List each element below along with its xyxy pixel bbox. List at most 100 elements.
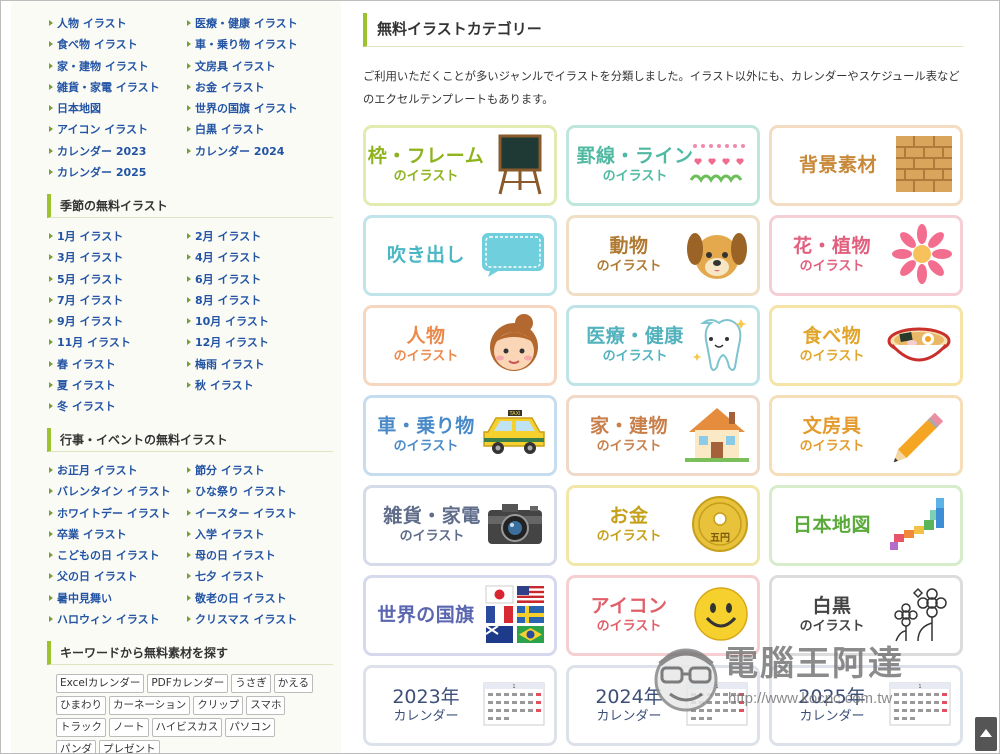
house-icon <box>685 404 749 468</box>
event-link[interactable]: バレンタイン イラスト <box>49 481 187 502</box>
keyword-tag[interactable]: トラック <box>56 718 106 737</box>
season-link[interactable]: 冬 イラスト <box>49 396 187 417</box>
season-link[interactable]: 7月 イラスト <box>49 290 187 311</box>
category-card-subtitle: のイラスト <box>602 349 668 364</box>
category-card[interactable]: 人物 のイラスト <box>363 305 557 386</box>
season-link[interactable]: 秋 イラスト <box>187 375 337 396</box>
keyword-tag[interactable]: ノート <box>109 718 149 737</box>
event-link[interactable]: 暑中見舞い <box>49 588 187 609</box>
category-link[interactable]: 雑貨・家電 イラスト <box>49 77 187 98</box>
event-link[interactable]: ホワイトデー イラスト <box>49 503 187 524</box>
season-link[interactable]: 夏 イラスト <box>49 375 187 396</box>
category-card-subtitle: のイラスト <box>393 349 459 364</box>
category-card[interactable]: 家・建物 のイラスト <box>566 395 760 476</box>
keyword-tag[interactable]: ハイビスカス <box>151 718 223 737</box>
category-link[interactable]: カレンダー 2023 <box>49 141 187 162</box>
event-link[interactable]: 入学 イラスト <box>187 524 337 545</box>
category-card-subtitle: のイラスト <box>799 349 865 364</box>
event-link[interactable]: ひな祭り イラスト <box>187 481 337 502</box>
keyword-tag[interactable]: カーネーション <box>109 696 191 715</box>
category-card[interactable]: 医療・健康のイラスト <box>566 305 760 386</box>
category-link[interactable]: 医療・健康 イラスト <box>187 13 337 34</box>
category-link[interactable]: 人物 イラスト <box>49 13 187 34</box>
category-card-title: 世界の国旗 <box>377 604 475 626</box>
category-card[interactable]: 罫線・ライン のイラスト <box>566 125 760 206</box>
category-card-text: お金 のイラスト <box>569 488 689 563</box>
category-card-text: 吹き出し <box>366 218 486 293</box>
category-card[interactable]: 食べ物 のイラスト <box>769 305 963 386</box>
keyword-tag[interactable]: かえる <box>273 674 313 693</box>
calendar-icon: 1 <box>482 681 546 731</box>
keyword-tag[interactable]: パンダ <box>56 740 97 753</box>
camera-icon <box>484 500 546 552</box>
event-link[interactable]: ハロウィン イラスト <box>49 609 187 630</box>
keyword-tag[interactable]: プレゼント <box>99 740 160 753</box>
season-link[interactable]: 4月 イラスト <box>187 247 337 268</box>
category-card[interactable]: 雑貨・家電 のイラスト <box>363 485 557 566</box>
keyword-tag[interactable]: クリップ <box>193 696 244 715</box>
event-link[interactable]: 敬老の日 イラスト <box>187 588 337 609</box>
keyword-tag[interactable]: PDFカレンダー <box>147 674 229 693</box>
category-link[interactable]: 文房具 イラスト <box>187 56 337 77</box>
event-link[interactable]: こどもの日 イラスト <box>49 545 187 566</box>
category-link[interactable]: 家・建物 イラスト <box>49 56 187 77</box>
category-card[interactable]: 花・植物 のイラスト <box>769 215 963 296</box>
svg-text:1: 1 <box>512 684 515 690</box>
season-link[interactable]: 1月 イラスト <box>49 226 187 247</box>
season-link[interactable]: 春 イラスト <box>49 354 187 375</box>
season-link[interactable]: 3月 イラスト <box>49 247 187 268</box>
season-link[interactable]: 11月 イラスト <box>49 332 187 353</box>
category-link[interactable]: お金 イラスト <box>187 77 337 98</box>
category-card[interactable]: 吹き出し <box>363 215 557 296</box>
watermark-face-icon <box>654 648 718 712</box>
event-link[interactable]: クリスマス イラスト <box>187 609 337 630</box>
keyword-tag[interactable]: Excelカレンダー <box>56 674 145 693</box>
category-card-subtitle: のイラスト <box>399 529 465 544</box>
category-card[interactable]: 日本地図 <box>769 485 963 566</box>
season-link[interactable]: 9月 イラスト <box>49 311 187 332</box>
season-link[interactable]: 12月 イラスト <box>187 332 337 353</box>
season-link[interactable]: 梅雨 イラスト <box>187 354 337 375</box>
category-card[interactable]: 2023年 カレンダー 1 <box>363 665 557 746</box>
keyword-tag[interactable]: パソコン <box>225 718 276 737</box>
category-link[interactable]: アイコン イラスト <box>49 119 187 140</box>
category-card-title: 白黒 <box>812 595 852 617</box>
season-link[interactable]: 10月 イラスト <box>187 311 337 332</box>
event-link[interactable]: お正月 イラスト <box>49 460 187 481</box>
event-link[interactable]: 節分 イラスト <box>187 460 337 481</box>
category-link[interactable]: 白黒 イラスト <box>187 119 337 140</box>
season-link[interactable]: 6月 イラスト <box>187 269 337 290</box>
category-card[interactable]: 枠・フレーム のイラスト <box>363 125 557 206</box>
keyword-tag[interactable]: ひまわり <box>56 696 106 715</box>
category-card[interactable]: 背景素材 <box>769 125 963 206</box>
category-card[interactable]: 動物 のイラスト <box>566 215 760 296</box>
brick-wall-icon <box>896 135 952 196</box>
event-link[interactable]: 父の日 イラスト <box>49 566 187 587</box>
category-link[interactable]: 食べ物 イラスト <box>49 34 187 55</box>
event-link[interactable]: 卒業 イラスト <box>49 524 187 545</box>
category-link[interactable]: 世界の国旗 イラスト <box>187 98 337 119</box>
season-link[interactable]: 8月 イラスト <box>187 290 337 311</box>
speech-bubble-icon <box>476 229 546 283</box>
category-link[interactable]: 日本地図 <box>49 98 187 119</box>
category-link[interactable]: カレンダー 2025 <box>49 162 187 183</box>
category-card-subtitle: のイラスト <box>596 529 662 544</box>
season-link[interactable]: 5月 イラスト <box>49 269 187 290</box>
keyword-tag[interactable]: うさぎ <box>231 674 271 693</box>
category-card-text: 医療・健康のイラスト <box>569 308 701 383</box>
category-card[interactable]: 世界の国旗 <box>363 575 557 656</box>
keyword-tag[interactable]: スマホ <box>246 696 286 715</box>
category-link[interactable]: 車・乗り物 イラスト <box>187 34 337 55</box>
watermark: 電腦王阿達 http://www.kocpc.com.tw <box>646 636 976 726</box>
scroll-to-top-button[interactable] <box>975 717 997 751</box>
category-link[interactable]: カレンダー 2024 <box>187 141 337 162</box>
event-link[interactable]: 母の日 イラスト <box>187 545 337 566</box>
event-link[interactable]: 七夕 イラスト <box>187 566 337 587</box>
category-card-title: 医療・健康 <box>586 325 684 347</box>
season-link[interactable]: 2月 イラスト <box>187 226 337 247</box>
category-card[interactable]: 車・乗り物 のイラスト TAXI <box>363 395 557 476</box>
event-link[interactable]: イースター イラスト <box>187 503 337 524</box>
category-card-subtitle: のイラスト <box>799 259 865 274</box>
category-card[interactable]: 文房具 のイラスト <box>769 395 963 476</box>
category-card[interactable]: お金 のイラスト 五円 <box>566 485 760 566</box>
